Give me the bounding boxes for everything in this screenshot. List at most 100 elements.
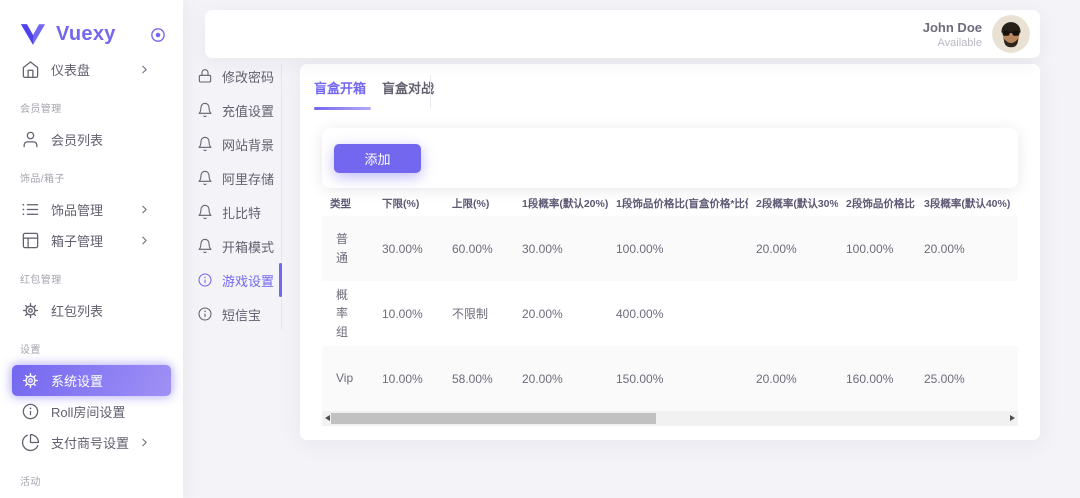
user-meta: John Doe Available [923, 20, 982, 49]
info-icon [21, 402, 40, 421]
column-header-lower-limit: 下限(%) [374, 190, 444, 216]
cell-value: 20.00% [748, 346, 838, 411]
user-avatar[interactable] [992, 15, 1030, 53]
sidebar-section-members: 会员管理 [0, 102, 183, 118]
layout-icon [21, 231, 40, 250]
horizontal-scrollbar[interactable] [322, 411, 1018, 426]
info-icon [197, 272, 213, 288]
submenu-item-sms-bao[interactable]: 短信宝 [197, 297, 283, 331]
sidebar-section-items-boxes: 饰品/箱子 [0, 172, 183, 188]
bell-icon [197, 238, 213, 254]
toolbar-card: 添加 [322, 128, 1018, 188]
submenu-item-website-background[interactable]: 网站背景 [197, 127, 283, 161]
bell-icon [197, 170, 213, 186]
cell-value: 150.00% [608, 346, 748, 411]
submenu-item-unbox-mode[interactable]: 开箱模式 [197, 229, 283, 263]
man-with-sunglasses-avatar-icon [992, 15, 1030, 53]
cell-value: 30.00% [514, 216, 608, 281]
vuexy-logo-icon [20, 23, 46, 46]
active-tab-underline [314, 107, 371, 110]
brand-name: Vuexy [56, 23, 149, 46]
settings-submenu: 修改密码 充值设置 网站背景 阿里存储 扎比特 开箱模式 游戏设置 短信宝 [197, 59, 283, 331]
cell-value [916, 281, 1018, 346]
column-header-stage1-probability: 1段概率(默认20%) [514, 190, 608, 216]
cell-value: 160.00% [838, 346, 916, 411]
info-icon [197, 306, 213, 322]
tab-divider [430, 75, 431, 108]
chevron-right-icon [138, 203, 151, 216]
home-icon [21, 60, 40, 79]
list-icon [21, 200, 40, 219]
cell-value: 100.00% [608, 216, 748, 281]
table-row[interactable]: Vip 10.00% 58.00% 20.00% 150.00% 20.00% … [322, 346, 1018, 411]
lock-icon [197, 68, 213, 84]
tab-blind-box-open[interactable]: 盲盒开箱 [314, 78, 366, 97]
chevron-right-icon [138, 234, 151, 247]
table-row[interactable]: 概率组 10.00% 不限制 20.00% 400.00% [322, 281, 1018, 346]
cell-type: 普通 [322, 216, 374, 281]
tab-blind-box-battle[interactable]: 盲盒对战 [382, 78, 434, 97]
sidebar-item-member-list[interactable]: 会员列表 [12, 124, 171, 155]
cell-type: Vip [322, 346, 374, 411]
bell-icon [197, 136, 213, 152]
cell-value: 20.00% [916, 216, 1018, 281]
submenu-item-game-settings[interactable]: 游戏设置 [197, 263, 283, 297]
main-sidebar: Vuexy 仪表盘 会员管理 会员列表 饰品/箱子 饰品管理 箱子管理 红包管理… [0, 0, 183, 498]
user-status: Available [923, 37, 982, 49]
cell-value: 25.00% [916, 346, 1018, 411]
sidebar-collapse-toggle-icon[interactable] [149, 26, 167, 44]
submenu-item-recharge-settings[interactable]: 充值设置 [197, 93, 283, 127]
sidebar-item-roll-room-settings[interactable]: Roll房间设置 [12, 396, 171, 427]
column-header-stage2-price-ratio: 2段饰品价格比 [838, 190, 916, 216]
gear-icon [21, 371, 40, 390]
sidebar-section-settings: 设置 [0, 343, 183, 359]
column-header-stage1-price-ratio: 1段饰品价格比(盲盒价格*比例) [608, 190, 748, 216]
bell-icon [197, 102, 213, 118]
game-settings-table: 类型 下限(%) 上限(%) 1段概率(默认20%) 1段饰品价格比(盲盒价格*… [322, 190, 1018, 411]
submenu-item-change-password[interactable]: 修改密码 [197, 59, 283, 93]
cell-value: 30.00% [374, 216, 444, 281]
chevron-right-icon [138, 436, 151, 449]
gear-icon [21, 301, 40, 320]
sidebar-item-box-management[interactable]: 箱子管理 [12, 225, 171, 256]
cell-value: 60.00% [444, 216, 514, 281]
pie-chart-icon [21, 433, 40, 452]
user-name: John Doe [923, 20, 982, 35]
column-header-stage3-probability: 3段概率(默认40%) [916, 190, 1018, 216]
column-header-type: 类型 [322, 190, 374, 216]
cell-value: 10.00% [374, 281, 444, 346]
chevron-right-icon [138, 63, 151, 76]
cell-value: 20.00% [748, 216, 838, 281]
sidebar-item-system-settings[interactable]: 系统设置 [12, 365, 171, 396]
sidebar-item-red-packet-list[interactable]: 红包列表 [12, 295, 171, 326]
tab-bar: 盲盒开箱 盲盒对战 [300, 64, 1040, 110]
bell-icon [197, 204, 213, 220]
sidebar-item-dashboard[interactable]: 仪表盘 [12, 54, 171, 85]
cell-type: 概率组 [322, 281, 374, 346]
sidebar-item-payment-merchant-settings[interactable]: 支付商号设置 [12, 427, 171, 458]
cell-value: 20.00% [514, 281, 608, 346]
sidebar-section-activity: 活动 [0, 475, 183, 491]
scrollbar-left-arrow-icon[interactable] [325, 415, 330, 421]
user-icon [21, 130, 40, 149]
cell-value: 400.00% [608, 281, 748, 346]
scrollbar-thumb[interactable] [331, 413, 656, 424]
cell-value: 10.00% [374, 346, 444, 411]
cell-value: 100.00% [838, 216, 916, 281]
cell-value: 20.00% [514, 346, 608, 411]
cell-value: 58.00% [444, 346, 514, 411]
column-header-upper-limit: 上限(%) [444, 190, 514, 216]
brand-header: Vuexy [0, 0, 183, 54]
content-card: 盲盒开箱 盲盒对战 添加 类型 下限(%) 上限(%) 1段概率(默认20%) … [300, 64, 1040, 440]
submenu-item-zhabite[interactable]: 扎比特 [197, 195, 283, 229]
sidebar-item-accessory-management[interactable]: 饰品管理 [12, 194, 171, 225]
add-button[interactable]: 添加 [334, 144, 421, 173]
cell-value [838, 281, 916, 346]
table-header-row: 类型 下限(%) 上限(%) 1段概率(默认20%) 1段饰品价格比(盲盒价格*… [322, 190, 1018, 216]
table-row[interactable]: 普通 30.00% 60.00% 30.00% 100.00% 20.00% 1… [322, 216, 1018, 281]
submenu-item-ali-storage[interactable]: 阿里存储 [197, 161, 283, 195]
column-header-stage2-probability: 2段概率(默认30%) [748, 190, 838, 216]
top-navbar: John Doe Available [205, 10, 1040, 58]
scrollbar-right-arrow-icon[interactable] [1010, 415, 1015, 421]
sidebar-section-red-packet: 红包管理 [0, 273, 183, 289]
